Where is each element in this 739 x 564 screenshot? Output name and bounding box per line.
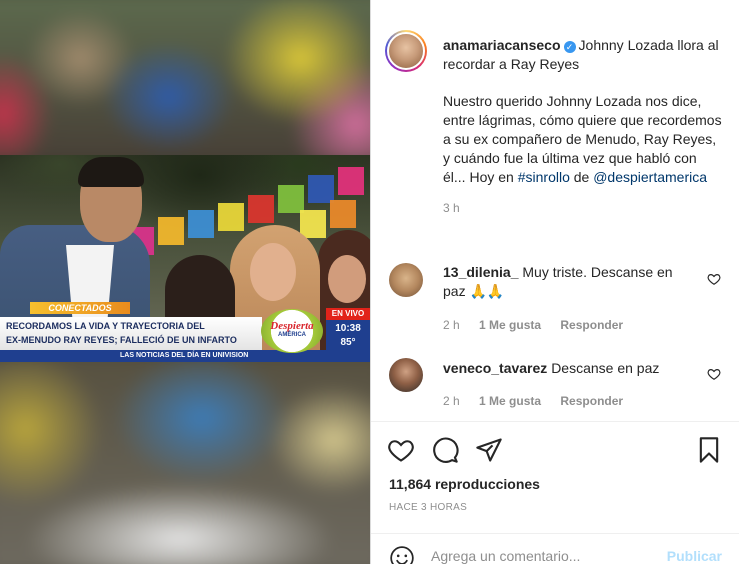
like-comment-heart-icon[interactable] — [707, 367, 721, 381]
verified-badge-icon: ✓ — [563, 41, 576, 53]
blurred-background-top — [0, 0, 370, 163]
lower-third-tag: CONECTADOS — [30, 302, 130, 314]
comment-body: Descanse en paz — [551, 360, 660, 376]
papel-picado-flag — [218, 203, 244, 231]
despierta-america-logo: Despierta AMÉRICA — [261, 309, 323, 353]
post-media[interactable]: CONECTADOS RECORDAMOS LA VIDA Y TRAYECTO… — [0, 0, 370, 564]
papel-picado-flag — [158, 217, 184, 245]
headline-line-1: RECORDAMOS LA VIDA Y TRAYECTORIA DEL — [6, 321, 205, 331]
reply-button[interactable]: Responder — [560, 394, 623, 408]
view-count[interactable]: 11,864 reproducciones — [389, 476, 540, 492]
person-woman-blonde-face — [250, 243, 296, 301]
author-avatar[interactable] — [385, 30, 427, 72]
author-username[interactable]: anamariacanseco — [443, 37, 561, 53]
lower-third-headline: RECORDAMOS LA VIDA Y TRAYECTORIA DEL EX-… — [0, 317, 262, 350]
comment-bubble-icon[interactable] — [431, 436, 459, 464]
comment-time: 2 h — [443, 394, 460, 408]
caption-body: Nuestro querido Johnny Lozada nos dice, … — [443, 92, 723, 187]
post-date[interactable]: HACE 3 HORAS — [389, 502, 467, 513]
clock-time: 10:38 — [335, 323, 361, 334]
like-comment-heart-icon[interactable] — [707, 272, 721, 286]
mention-link[interactable]: @despiertamerica — [593, 169, 707, 185]
temperature: 85° — [340, 337, 356, 348]
comment-text: 13_dilenia_ Muy triste. Descanse en paz … — [443, 263, 693, 301]
papel-picado-flag — [308, 175, 334, 203]
commenter-avatar[interactable] — [389, 263, 423, 297]
hashtag-link[interactable]: #sinrollo — [518, 169, 570, 185]
papel-picado-flag — [188, 210, 214, 238]
comment-meta: 2 h 1 Me gusta Responder — [443, 318, 639, 332]
publish-button[interactable]: Publicar — [667, 548, 722, 564]
commenter-username[interactable]: 13_dilenia_ — [443, 264, 519, 280]
commenter-avatar[interactable] — [389, 358, 423, 392]
save-bookmark-icon[interactable] — [695, 436, 723, 464]
caption-connector: de — [573, 169, 590, 185]
live-badge: EN VIVO — [326, 308, 370, 320]
reply-button[interactable]: Responder — [560, 318, 623, 332]
comment-emoji: 🙏🙏 — [469, 283, 505, 299]
news-ticker: LAS NOTICIAS DEL DÍA EN UNIVISION — [0, 350, 370, 362]
blurred-background-bottom — [0, 351, 370, 564]
comment-likes[interactable]: 1 Me gusta — [479, 318, 541, 332]
papel-picado-flag — [248, 195, 274, 223]
post-actions: 11,864 reproducciones HACE 3 HORAS Publi… — [371, 421, 739, 564]
post-side-panel: anamariacanseco ✓ Johnny Lozada llora al r… — [370, 0, 739, 564]
comment-time: 2 h — [443, 318, 460, 332]
comment-likes[interactable]: 1 Me gusta — [479, 394, 541, 408]
logo-line-1: Despierta — [270, 320, 314, 332]
time-weather-box: 10:38 85° — [326, 320, 370, 350]
logo-line-2: AMÉRICA — [278, 332, 306, 338]
papel-picado-flag — [278, 185, 304, 213]
emoji-smiley-icon[interactable] — [389, 545, 415, 564]
papel-picado-flag — [330, 200, 356, 228]
comment-meta: 2 h 1 Me gusta Responder — [443, 394, 639, 408]
papel-picado-flag — [300, 210, 326, 238]
share-paper-plane-icon[interactable] — [475, 436, 503, 464]
avatar-photo — [387, 32, 425, 70]
like-heart-icon[interactable] — [387, 436, 415, 464]
person-man-hair — [78, 157, 144, 187]
commenter-username[interactable]: veneco_tavarez — [443, 360, 547, 376]
comment-input[interactable] — [431, 548, 651, 564]
video-player[interactable]: CONECTADOS RECORDAMOS LA VIDA Y TRAYECTO… — [0, 155, 370, 362]
caption-time[interactable]: 3 h — [443, 201, 723, 215]
headline-line-2: EX-MENUDO RAY REYES; FALLECIÓ DE UN INFA… — [6, 335, 237, 345]
person-woman-right-face — [328, 255, 366, 303]
caption-text: anamariacanseco ✓ Johnny Lozada llora al r… — [443, 36, 723, 215]
comment-text: veneco_tavarez Descanse en paz — [443, 359, 693, 378]
papel-picado-flag — [338, 167, 364, 195]
add-comment-row: Publicar — [371, 533, 739, 564]
